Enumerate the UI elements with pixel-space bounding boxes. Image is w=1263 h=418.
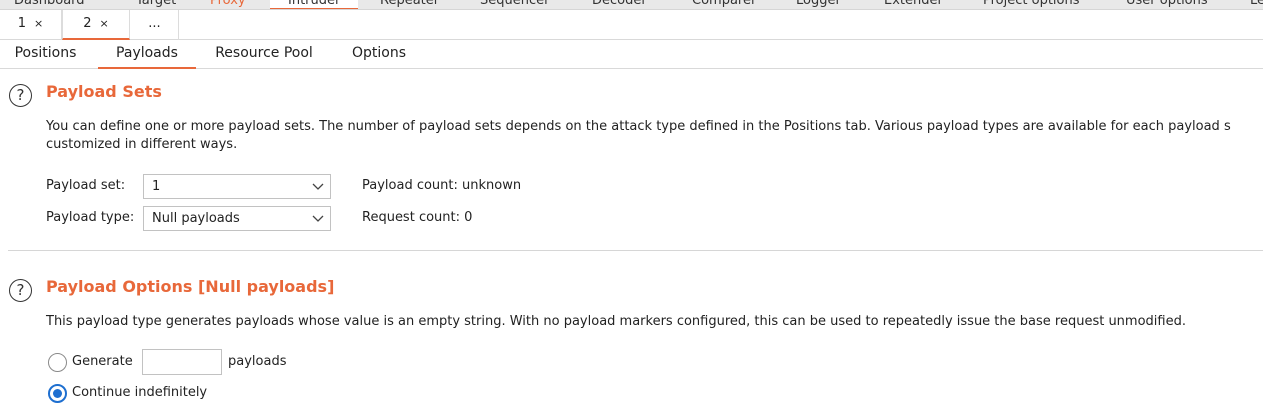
payload-sets-description-cont: customized in different ways.: [46, 137, 238, 152]
generate-count-input[interactable]: [142, 349, 222, 375]
close-icon[interactable]: ×: [34, 17, 43, 30]
payload-type-label: Payload type:: [46, 210, 135, 225]
intruder-instance-tabs: 1 × 2 × ...: [0, 10, 1263, 40]
tab-intruder[interactable]: Intruder: [270, 0, 359, 9]
payload-set-select[interactable]: 1: [143, 174, 331, 199]
instance-tab-1[interactable]: 1 ×: [0, 10, 62, 40]
tool-tab-bar: Dashboard Target Proxy Intruder Repeater…: [0, 0, 1263, 10]
tab-repeater[interactable]: Repeater: [380, 0, 439, 9]
instance-tab-label: 1: [17, 16, 27, 31]
instance-tab-2[interactable]: 2 ×: [62, 10, 130, 40]
generate-label: Generate: [72, 354, 133, 369]
tab-proxy[interactable]: Proxy: [210, 0, 246, 9]
section-divider: [8, 250, 1263, 251]
payload-set-label: Payload set:: [46, 178, 126, 193]
close-icon[interactable]: ×: [100, 17, 109, 30]
chevron-down-icon: [312, 215, 324, 222]
payload-type-value: Null payloads: [152, 211, 240, 226]
tab-learn[interactable]: Le: [1250, 0, 1263, 9]
tab-dashboard[interactable]: Dashboard: [14, 0, 85, 9]
payload-options-title: Payload Options [Null payloads]: [46, 277, 335, 296]
tab-comparer[interactable]: Comparer: [692, 0, 756, 9]
tab-decoder[interactable]: Decoder: [592, 0, 647, 9]
request-count: Request count: 0: [362, 210, 473, 225]
generate-radio[interactable]: [48, 353, 67, 372]
tab-target[interactable]: Target: [136, 0, 176, 9]
help-icon[interactable]: ?: [9, 279, 32, 302]
tab-positions[interactable]: Positions: [0, 40, 91, 69]
tab-options[interactable]: Options: [338, 40, 420, 69]
payloads-suffix-label: payloads: [228, 354, 287, 369]
help-icon[interactable]: ?: [9, 84, 32, 107]
tab-project-options[interactable]: Project options: [983, 0, 1080, 9]
continue-indefinitely-radio[interactable]: [48, 384, 67, 403]
payload-set-value: 1: [152, 179, 161, 194]
chevron-down-icon: [312, 183, 324, 190]
continue-indefinitely-label: Continue indefinitely: [72, 385, 208, 400]
instance-tab-label: 2: [83, 16, 92, 31]
tab-extender[interactable]: Extender: [884, 0, 943, 9]
new-tab-button[interactable]: ...: [131, 10, 179, 40]
tab-resource-pool[interactable]: Resource Pool: [204, 40, 324, 69]
payload-sets-title: Payload Sets: [46, 82, 162, 101]
tab-logger[interactable]: Logger: [796, 0, 841, 9]
tab-payloads[interactable]: Payloads: [98, 40, 196, 69]
intruder-sub-tabs: Positions Payloads Resource Pool Options: [0, 40, 1263, 69]
payload-count: Payload count: unknown: [362, 178, 522, 193]
payload-sets-description: You can define one or more payload sets.…: [46, 119, 1231, 134]
tab-sequencer[interactable]: Sequencer: [480, 0, 549, 9]
payload-type-select[interactable]: Null payloads: [143, 206, 331, 231]
payload-options-description: This payload type generates payloads who…: [46, 314, 1186, 329]
tab-user-options[interactable]: User options: [1126, 0, 1208, 9]
